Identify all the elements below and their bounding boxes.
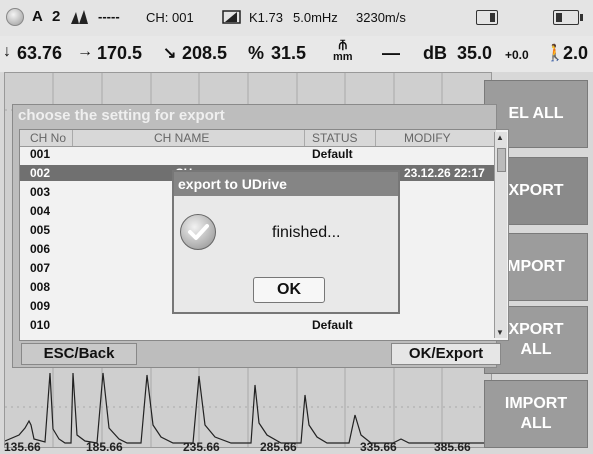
- table-header: CH No CH NAME STATUS MODIFY: [20, 130, 496, 147]
- measurement-bar: ↓ 63.76 → 170.5 ↘ 208.5 % 31.5 ⫚ mm — dB…: [0, 36, 593, 72]
- cell-ch-no: 007: [30, 261, 51, 275]
- x-tick: 235.66: [183, 440, 220, 454]
- column-header: CH No: [30, 131, 67, 145]
- ok-export-button[interactable]: OK/Export: [391, 343, 501, 365]
- dialog-ok-button[interactable]: OK: [253, 277, 325, 303]
- column-header: STATUS: [312, 131, 358, 145]
- check-icon: [180, 214, 216, 250]
- status-dashes: -----: [98, 9, 120, 24]
- scroll-down-icon[interactable]: ▼: [496, 328, 504, 337]
- mm-icon: ⫚ mm: [333, 36, 353, 63]
- table-scrollbar[interactable]: ▲ ▼: [494, 132, 507, 338]
- export-label: XPORT: [508, 182, 564, 199]
- export-finished-dialog: export to UDrive finished... OK: [172, 170, 400, 314]
- export-all-label: XPORT ALL: [508, 321, 564, 358]
- esc-back-button[interactable]: ESC/Back: [21, 343, 137, 365]
- gain-offset: +0.0: [505, 48, 529, 62]
- import-all-label: IMPORT ALL: [504, 395, 568, 432]
- status-bar: A 2 ----- CH: 001 K1.73 5.0mHz 3230m/s: [0, 0, 593, 36]
- import-all-button[interactable]: IMPORT ALL: [484, 380, 588, 448]
- table-row[interactable]: 001 Default: [20, 146, 496, 162]
- velocity-value: 3230m/s: [356, 10, 406, 25]
- cell-ch-no: 008: [30, 280, 51, 294]
- scroll-thumb[interactable]: [497, 148, 506, 172]
- channel-index: 2: [52, 8, 61, 25]
- mm-icon-top: ⫚: [338, 36, 347, 52]
- select-all-label: EL ALL: [508, 105, 564, 122]
- wave-peaks-icon: [70, 9, 90, 28]
- percent-label: %: [248, 43, 265, 63]
- cell-ch-no: 006: [30, 242, 51, 256]
- path-value: 170.5: [97, 43, 143, 63]
- dash-separator: —: [382, 43, 400, 63]
- cell-ch-no: 010: [30, 318, 51, 332]
- x-tick: 385.66: [434, 440, 471, 454]
- arrow-down-icon: ↓: [3, 43, 11, 60]
- cell-ch-no: 001: [30, 147, 51, 161]
- amplitude-value: 31.5: [271, 43, 307, 63]
- column-header: MODIFY: [404, 131, 451, 145]
- freeze-icon: [476, 10, 498, 25]
- arrow-right-icon: →: [77, 43, 93, 60]
- arrow-diagonal-icon: ↘: [163, 45, 177, 62]
- gain-value: 35.0: [457, 43, 493, 63]
- x-tick: 285.66: [260, 440, 297, 454]
- x-tick: 135.66: [4, 440, 41, 454]
- cell-modify: 23.12.26 22:17: [404, 166, 485, 180]
- x-axis-ticks: 135.66 185.66 235.66 285.66 335.66 385.6…: [0, 440, 500, 454]
- walking-person-icon: 🚶: [545, 45, 565, 62]
- cell-status: Default: [312, 147, 353, 161]
- scroll-up-icon[interactable]: ▲: [496, 133, 504, 142]
- status-dot-icon: [6, 8, 24, 26]
- cell-ch-no: 004: [30, 204, 51, 218]
- dialog-title: export to UDrive: [174, 172, 398, 196]
- panel-title: choose the setting for export: [13, 105, 496, 127]
- channel-label: CH: 001: [146, 10, 194, 25]
- k-value: K1.73: [249, 10, 283, 25]
- cell-status: Default: [312, 318, 353, 332]
- x-tick: 335.66: [360, 440, 397, 454]
- db-label: dB: [423, 43, 447, 63]
- gate-label: A: [32, 8, 43, 25]
- cell-ch-no: 009: [30, 299, 51, 313]
- depth-value: 63.76: [17, 43, 63, 63]
- dialog-message: finished...: [272, 224, 341, 241]
- probe-icon: [222, 9, 242, 28]
- cell-ch-no: 005: [30, 223, 51, 237]
- cell-ch-no: 003: [30, 185, 51, 199]
- frequency-value: 5.0mHz: [293, 10, 338, 25]
- column-header: CH NAME: [154, 131, 210, 145]
- surface-value: 208.5: [182, 43, 228, 63]
- step-value: 2.0: [563, 43, 589, 63]
- import-label: MPORT: [507, 258, 565, 275]
- table-row[interactable]: 010 Default: [20, 317, 496, 333]
- cell-ch-no: 002: [30, 166, 51, 180]
- battery-icon: [553, 10, 583, 25]
- mm-icon-bottom: mm: [333, 51, 353, 63]
- x-tick: 185.66: [86, 440, 123, 454]
